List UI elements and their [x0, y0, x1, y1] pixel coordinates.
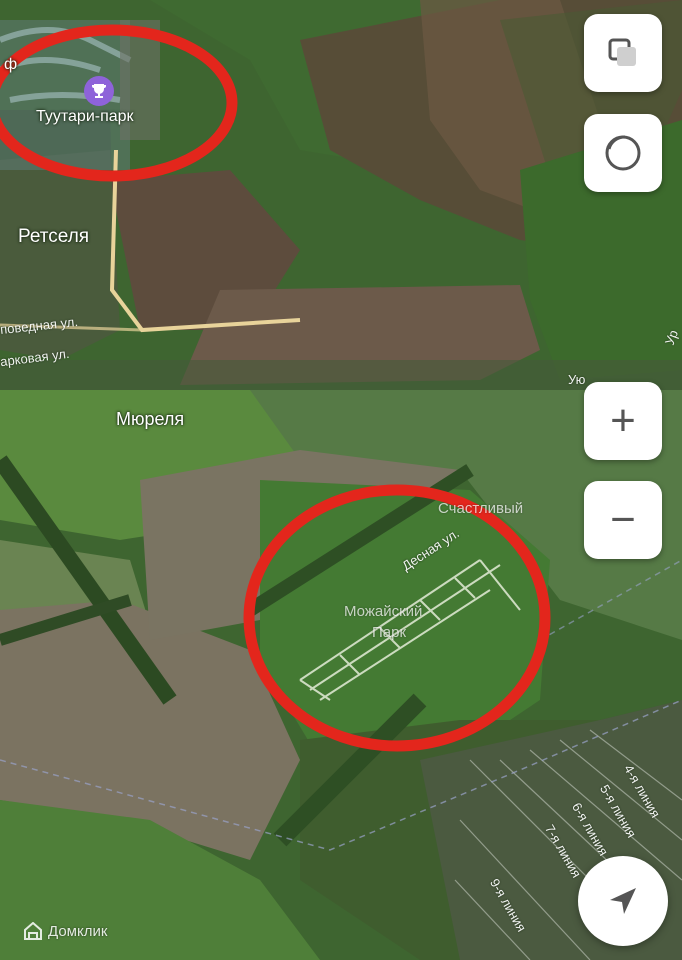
minus-icon: −: [610, 495, 636, 544]
map-mode-button[interactable]: [584, 114, 662, 192]
place-partial-yu: Ую: [568, 372, 586, 387]
plus-icon: +: [610, 396, 636, 445]
brand-name: Домклик: [48, 922, 108, 940]
place-label-retselya: Ретселя: [18, 226, 90, 247]
navigation-arrow-icon: [610, 888, 636, 914]
place-label-myurelya: Мюреля: [116, 409, 185, 429]
zoom-out-button[interactable]: −: [584, 481, 662, 559]
trophy-icon: [92, 84, 106, 98]
place-label-mozhaysky-park: Парк: [372, 624, 407, 641]
place-label-schastlivy: Счастливый: [438, 500, 524, 517]
place-label-mozhaysky: Можайский: [344, 603, 423, 620]
my-location-button[interactable]: [578, 856, 668, 946]
zoom-in-button[interactable]: +: [584, 382, 662, 460]
layers-button[interactable]: [584, 14, 662, 92]
satellite-map[interactable]: ф Туутари-парк Ретселя поведная ул. арко…: [0, 0, 682, 960]
trophy-poi-marker[interactable]: [84, 76, 114, 106]
layers-icon: [608, 38, 636, 66]
brand-watermark: Домклик: [24, 922, 107, 940]
poi-partial-label: ф: [4, 56, 18, 73]
domclick-logo-icon: [24, 922, 42, 940]
poi-label-tuutari-park[interactable]: Туутари-парк: [36, 108, 134, 126]
map-mode-icon: [605, 135, 641, 171]
